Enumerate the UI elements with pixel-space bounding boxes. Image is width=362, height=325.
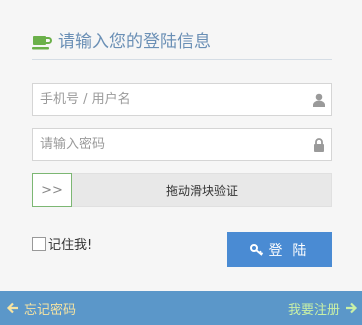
user-icon xyxy=(313,93,325,107)
arrow-left-icon xyxy=(6,302,18,314)
phone-input[interactable] xyxy=(33,84,313,115)
login-label: 登 陆 xyxy=(268,241,310,258)
coffee-cup-icon xyxy=(32,36,52,50)
remember-checkbox[interactable] xyxy=(32,236,46,251)
password-input[interactable] xyxy=(33,129,313,160)
forgot-password-label: 忘记密码 xyxy=(24,302,77,318)
page-title: 请输入您的登陆信息 xyxy=(58,32,211,52)
password-field[interactable] xyxy=(32,128,332,161)
phone-field[interactable] xyxy=(32,83,332,116)
login-header: 请输入您的登陆信息 xyxy=(32,30,332,60)
register-link[interactable]: 我要注册 xyxy=(288,299,358,318)
register-label: 我要注册 xyxy=(287,302,340,318)
double-chevron-right-icon: >> xyxy=(41,182,63,198)
remember-me[interactable]: 记住我! xyxy=(32,234,92,253)
bottom-toolbar: 忘记密码 我要注册 xyxy=(0,291,362,325)
slider-captcha[interactable]: >> 拖动滑块验证 xyxy=(32,173,332,207)
key-icon xyxy=(249,243,263,256)
remember-label: 记住我! xyxy=(48,238,93,253)
forgot-password-link[interactable]: 忘记密码 xyxy=(6,299,76,318)
arrow-right-icon xyxy=(346,302,358,314)
lock-icon xyxy=(314,137,324,152)
slider-label: 拖动滑块验证 xyxy=(165,183,238,198)
slider-handle[interactable]: >> xyxy=(32,173,72,207)
login-button[interactable]: 登 陆 xyxy=(227,232,332,267)
